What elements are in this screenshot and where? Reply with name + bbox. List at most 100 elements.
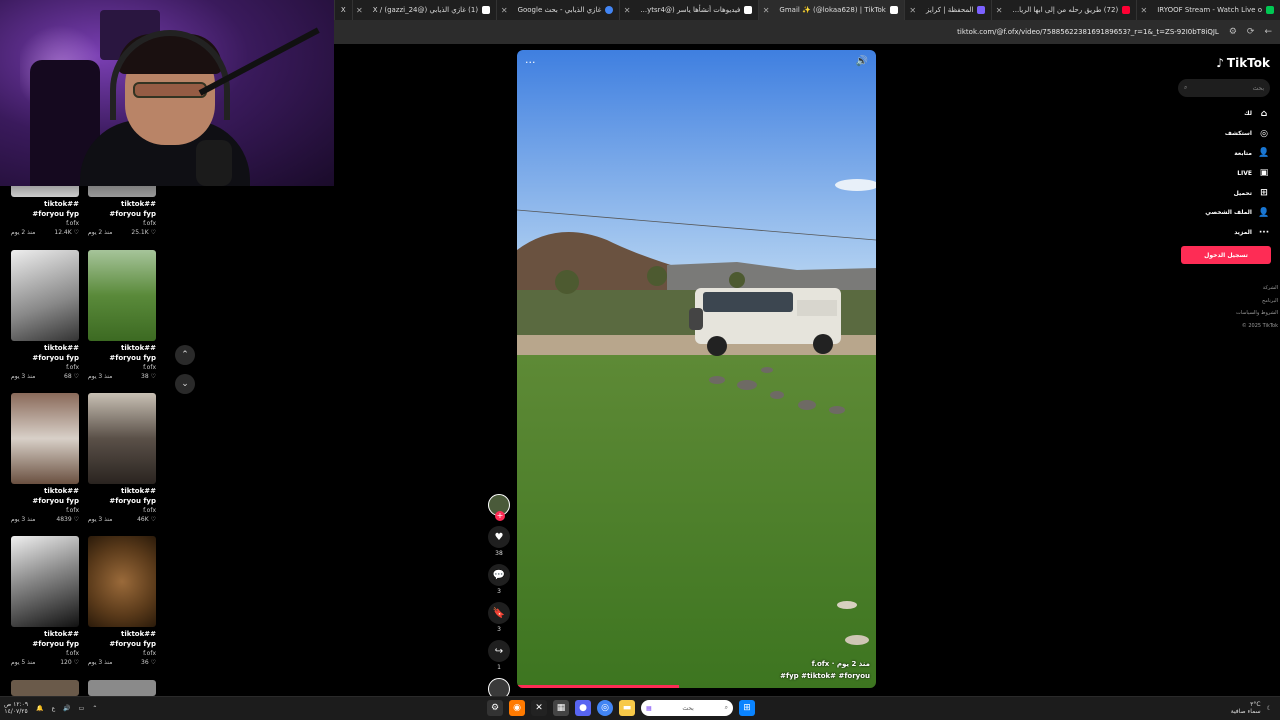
like-action[interactable]: ♥ 38 [486, 526, 512, 558]
settings-icon[interactable]: ⚙ [1229, 27, 1237, 37]
tiktok-logo[interactable]: ♪ TikTok [1216, 56, 1270, 70]
nav-item-following[interactable]: متابعة 👤 [1180, 144, 1270, 164]
video-thumbnail[interactable] [88, 186, 156, 197]
more-icon: ··· [1258, 227, 1270, 238]
volume-icon[interactable]: 🔊 [856, 56, 868, 67]
video-age: منذ 5 يوم [11, 659, 36, 666]
browser-tab[interactable]: (1) غازي الذيابي (@gazzi_24) / X ✕ [351, 0, 496, 20]
steam-icon[interactable]: ⚙ [487, 700, 503, 716]
video-thumbnail[interactable] [88, 536, 156, 627]
nav-label: LIVE [1237, 169, 1252, 177]
footer-link-terms[interactable]: الشروط والسياسات [1218, 307, 1278, 320]
firefox-icon[interactable]: ◉ [509, 700, 525, 716]
close-icon[interactable]: ✕ [1141, 6, 1148, 15]
search-input[interactable]: ⌕ بحث [1178, 79, 1270, 97]
nav-item-more[interactable]: المزيد ··· [1180, 223, 1270, 243]
video-card[interactable]: #tiktok# #foryou fyp f.ofx منذ 3 يوم 4839… [11, 393, 79, 524]
more-options-button[interactable]: ··· [525, 56, 536, 69]
x-app-icon[interactable]: ✕ [531, 700, 547, 716]
weather-widget[interactable]: ٣°C سماء صافية ☾ [1231, 701, 1272, 715]
close-icon[interactable]: ✕ [996, 6, 1003, 15]
video-thumbnail[interactable] [88, 393, 156, 484]
bookmark-icon[interactable]: 🔖 [488, 602, 510, 624]
heart-icon: ♡ [150, 373, 156, 380]
reload-icon[interactable]: ⟳ [1247, 27, 1255, 37]
back-icon[interactable]: ← [1264, 27, 1272, 37]
video-player[interactable]: ··· 🔊 f.ofx · منذ 2 يوم #fyp #tiktok# #f… [517, 50, 876, 688]
comment-action[interactable]: 💬 3 [486, 564, 512, 596]
bell-icon[interactable]: 🔔 [36, 705, 43, 712]
video-thumbnail[interactable] [88, 680, 156, 696]
video-card[interactable]: #tiktok# #foryou fyp f.ofx منذ 2 يوم 25.1… [88, 186, 156, 237]
share-action[interactable]: ↪ 1 [486, 640, 512, 672]
tab-title: IRYOOF Stream - Watch Live o [1157, 6, 1262, 14]
video-user: f.ofx [143, 220, 156, 227]
browser-tab[interactable]: IRYOOF Stream - Watch Live o ✕ [1136, 0, 1280, 20]
follow-plus-icon[interactable]: + [495, 511, 505, 521]
creator-avatar[interactable]: + [488, 494, 510, 521]
video-thumbnail[interactable] [11, 680, 79, 696]
language-indicator[interactable]: ع [52, 705, 56, 712]
tab-title: المحفظة | كرايز [926, 6, 974, 14]
video-thumbnail[interactable] [11, 186, 79, 197]
url-text[interactable]: tiktok.com/@f.ofx/video/7588562238169189… [957, 28, 1219, 36]
login-button[interactable]: تسجيل الدخول [1181, 246, 1271, 264]
share-icon[interactable]: ↪ [488, 640, 510, 662]
previous-video-button[interactable]: ⌃ [175, 345, 195, 365]
network-icon[interactable]: ▭ [79, 705, 85, 712]
folder-icon[interactable]: ▬ [619, 700, 635, 716]
heart-icon[interactable]: ♥ [488, 526, 510, 548]
close-icon[interactable]: ✕ [909, 6, 916, 15]
footer-link-company[interactable]: الشركة [1218, 282, 1278, 295]
browser-tab[interactable]: X [334, 0, 352, 20]
video-thumbnail[interactable] [88, 250, 156, 341]
taskbar-search-input[interactable]: ▦ بحث ⌕ [641, 700, 733, 716]
browser-tab[interactable]: غازي الذيابي - بحث Google ✕ [496, 0, 619, 20]
volume-icon[interactable]: 🔊 [63, 705, 70, 712]
nav-item-for-you[interactable]: لك ⌂ [1180, 104, 1270, 124]
tab-title: (1) غازي الذيابي (@gazzi_24) / X [372, 6, 479, 14]
close-icon[interactable]: ✕ [624, 6, 631, 15]
browser-tab[interactable]: المحفظة | كرايز ✕ [903, 0, 992, 20]
video-card[interactable]: #tiktok# #foryou fyp f.ofx منذ 3 يوم 46K … [88, 393, 156, 524]
video-card[interactable]: #tiktok# #foryou fyp f.ofx منذ 3 يوم 36 ♡ [88, 536, 156, 667]
app-icon[interactable]: ▦ [553, 700, 569, 716]
video-author-overlay[interactable]: f.ofx · منذ 2 يوم [812, 660, 870, 668]
browser-tab[interactable]: فيديوهات أنشأها ياسر (@ytsr4... ✕ [619, 0, 758, 20]
video-thumbnail[interactable] [11, 250, 79, 341]
video-card[interactable]: #tiktok# #foryou fyp f.ofx منذ 3 يوم 68 ♡ [11, 250, 79, 381]
tiktok-note-icon: ♪ [1216, 56, 1224, 70]
nav-item-live[interactable]: LIVE ▣ [1180, 163, 1270, 183]
nav-item-upload[interactable]: تحميل ⊞ [1180, 183, 1270, 203]
video-card[interactable] [11, 680, 79, 696]
browser-tab[interactable]: (72) طريق رحله من إلى ابها الريا... ✕ [991, 0, 1136, 20]
video-card[interactable]: #tiktok# #foryou fyp f.ofx منذ 5 يوم 120 … [11, 536, 79, 667]
nav-label: متابعة [1234, 149, 1252, 157]
comment-icon[interactable]: 💬 [488, 564, 510, 586]
taskbar-tray: ١٢:٠٩ ص ١٤/٠٧/٢٥ 🔔 ع 🔊 ▭ ⌃ [4, 701, 97, 715]
save-action[interactable]: 🔖 3 [486, 602, 512, 634]
nav-item-explore[interactable]: استكشف ◎ [1180, 124, 1270, 144]
chrome-icon[interactable]: ◎ [597, 700, 613, 716]
close-icon[interactable]: ✕ [763, 6, 770, 15]
video-thumbnail[interactable] [11, 393, 79, 484]
search-icon[interactable]: ⌕ [1184, 84, 1187, 92]
close-icon[interactable]: ✕ [356, 6, 363, 15]
next-video-button[interactable]: ⌄ [175, 374, 195, 394]
taskbar-clock[interactable]: ١٢:٠٩ ص ١٤/٠٧/٢٥ [4, 701, 28, 715]
save-count: 3 [497, 626, 501, 633]
windows-start-icon[interactable]: ⊞ [739, 700, 755, 716]
video-progress-bar[interactable] [517, 685, 679, 688]
video-card[interactable] [88, 680, 156, 696]
creator-avatar-action[interactable]: + [486, 494, 512, 521]
footer-link-program[interactable]: البرنامج [1218, 295, 1278, 308]
tiktok-sidebar-nav: لك ⌂ استكشف ◎ متابعة 👤 LIVE ▣ تحميل ⊞ الملف ا… [1180, 104, 1270, 243]
browser-tab-active[interactable]: Gmail ✨ (@lokaa628) | TikTok ✕ [758, 0, 904, 20]
nav-item-profile[interactable]: الملف الشخصي 👤 [1180, 203, 1270, 223]
video-card[interactable]: #tiktok# #foryou fyp f.ofx منذ 2 يوم 12.4… [11, 186, 79, 237]
close-icon[interactable]: ✕ [501, 6, 508, 15]
chevron-up-icon[interactable]: ⌃ [92, 705, 97, 712]
discord-icon[interactable]: ● [575, 700, 591, 716]
video-thumbnail[interactable] [11, 536, 79, 627]
video-card[interactable]: #tiktok# #foryou fyp f.ofx منذ 3 يوم 38 ♡ [88, 250, 156, 381]
